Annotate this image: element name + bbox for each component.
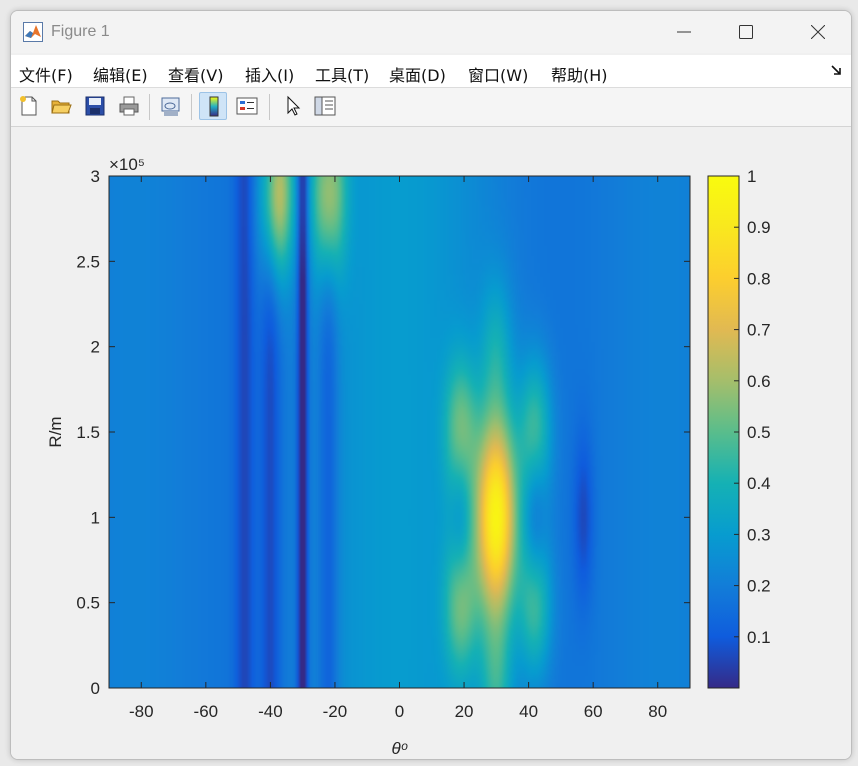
colorbar-tick-label: 0.5 [747, 423, 771, 442]
x-tick-label: 80 [648, 702, 667, 721]
colorbar-tick-label: 0.7 [747, 321, 771, 340]
x-tick-label: 40 [519, 702, 538, 721]
y-tick-label: 0 [91, 679, 100, 698]
new-figure-icon [20, 96, 37, 116]
y-tick-label: 1 [91, 508, 100, 527]
heatmap-image [109, 176, 690, 688]
menu-edit[interactable]: 编辑(E) [93, 62, 148, 86]
colorbar-tick-label: 0.6 [747, 372, 771, 391]
toolbar-separator [269, 94, 270, 120]
property-inspector-button[interactable] [311, 92, 339, 120]
edit-plot-cursor-icon [287, 95, 301, 116]
open-file-button[interactable] [47, 92, 75, 120]
menu-window[interactable]: 窗口(W) [468, 62, 528, 86]
y-exponent-label: ×10⁵ [109, 155, 145, 174]
colorbar-tick-label: 0.1 [747, 628, 771, 647]
x-tick-label: -60 [194, 702, 219, 721]
heatmap-plot[interactable]: -80 -60 -40 -20 0 20 40 60 80 0 0.5 1 1.5 2 2.5 3 ×10⁵ θᵒ… [11, 127, 851, 759]
menu-bar: 文件(F) 编辑(E) 查看(V) 插入(I) 工具(T) 桌面(D) 窗口(W… [11, 55, 851, 88]
colorbar-tick-label: 1 [747, 167, 756, 186]
x-tick-label: -80 [129, 702, 154, 721]
colorbar-tick-label: 0.3 [747, 525, 771, 544]
toolbar-separator [149, 94, 150, 120]
y-tick-label: 0.5 [76, 594, 100, 613]
menu-desktop[interactable]: 桌面(D) [389, 62, 446, 86]
x-tick-label: 60 [584, 702, 603, 721]
x-tick-label: 20 [455, 702, 474, 721]
link-figure-button[interactable] [157, 92, 185, 120]
y-tick-label: 1.5 [76, 423, 100, 442]
y-axis-label: R/m [46, 416, 65, 447]
x-tick-label: 0 [395, 702, 404, 721]
link-figure-icon [161, 97, 180, 116]
maximize-icon [739, 25, 753, 39]
colorbar-tick-label: 0.2 [747, 577, 771, 596]
y-tick-label: 3 [91, 167, 100, 186]
close-icon [811, 25, 825, 39]
figure-window: Figure 1 文件(F) 编辑(E) 查看(V) 插入(I) 工具(T) 桌… [10, 10, 852, 760]
window-title: Figure 1 [51, 23, 110, 40]
colorbar-tick-label: 0.8 [747, 269, 771, 288]
insert-legend-icon [236, 97, 258, 115]
colorbar-tick-label: 0.9 [747, 218, 771, 237]
colorbar-tick-label: 0.4 [747, 474, 771, 493]
y-tick-label: 2.5 [76, 252, 100, 271]
close-button[interactable] [795, 17, 841, 47]
insert-colorbar-button[interactable] [199, 92, 227, 120]
minimize-icon [677, 31, 691, 33]
print-icon [119, 96, 139, 116]
print-button[interactable] [115, 92, 143, 120]
matlab-icon [23, 22, 43, 42]
x-tick-label: -40 [258, 702, 283, 721]
menu-file[interactable]: 文件(F) [19, 62, 73, 86]
menu-help[interactable]: 帮助(H) [551, 62, 608, 86]
edit-plot-button[interactable] [279, 92, 307, 120]
maximize-button[interactable] [723, 17, 769, 47]
open-file-icon [51, 100, 72, 114]
insert-colorbar-icon [209, 96, 219, 117]
dock-arrow-icon[interactable] [831, 64, 843, 76]
save-icon [85, 96, 105, 116]
toolbar-separator [191, 94, 192, 120]
menu-insert[interactable]: 插入(I) [245, 62, 294, 86]
title-bar[interactable]: Figure 1 [11, 11, 851, 53]
menu-view[interactable]: 查看(V) [168, 62, 223, 86]
insert-legend-button[interactable] [233, 92, 261, 120]
x-axis-label: θᵒ [392, 739, 408, 758]
minimize-button[interactable] [661, 17, 707, 47]
figure-canvas: -80 -60 -40 -20 0 20 40 60 80 0 0.5 1 1.5 2 2.5 3 ×10⁵ θᵒ… [11, 127, 851, 759]
property-inspector-icon [314, 96, 336, 116]
new-figure-button[interactable] [15, 92, 43, 120]
x-tick-label: -20 [323, 702, 348, 721]
save-button[interactable] [81, 92, 109, 120]
y-tick-label: 2 [91, 338, 100, 357]
menu-tools[interactable]: 工具(T) [315, 62, 369, 86]
figure-toolbar [11, 88, 851, 127]
